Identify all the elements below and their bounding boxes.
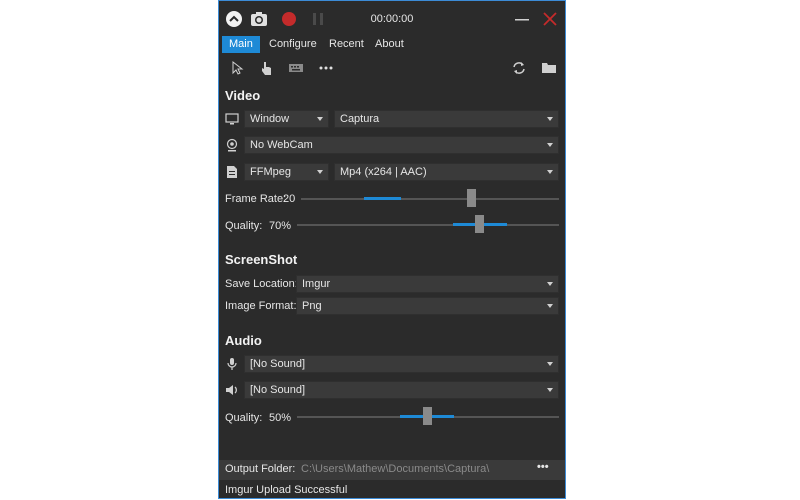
click-icon[interactable] bbox=[258, 60, 274, 76]
video-quality-label: Quality: bbox=[225, 220, 263, 232]
microphone-select[interactable]: [No Sound] bbox=[244, 355, 559, 373]
monitor-icon bbox=[225, 112, 239, 126]
speaker-icon bbox=[225, 383, 239, 397]
encoder-value: FFMpeg bbox=[250, 166, 291, 178]
video-quality-value: 70% bbox=[269, 220, 292, 232]
video-quality-slider-thumb[interactable] bbox=[475, 215, 484, 233]
captura-window: 00:00:00 Main Configure Recent About Vid… bbox=[218, 0, 566, 499]
format-select[interactable]: Mp4 (x264 | AAC) bbox=[334, 163, 559, 181]
file-icon bbox=[225, 165, 239, 179]
output-folder-bar: Output Folder: C:\Users\Mathew\Documents… bbox=[219, 460, 565, 480]
screenshot-section-header: ScreenShot bbox=[225, 252, 298, 267]
output-folder-path[interactable]: C:\Users\Mathew\Documents\Captura\ bbox=[301, 463, 489, 475]
status-text: Imgur Upload Successful bbox=[225, 484, 348, 496]
output-folder-label: Output Folder: bbox=[225, 463, 296, 475]
frame-rate-slider-track[interactable] bbox=[301, 198, 559, 200]
browse-more-button[interactable]: ••• bbox=[537, 461, 549, 473]
cursor-icon[interactable] bbox=[229, 60, 245, 76]
webcam-icon bbox=[225, 138, 239, 152]
more-icon[interactable] bbox=[318, 60, 334, 76]
save-location-value: Imgur bbox=[302, 278, 331, 290]
tab-main[interactable]: Main bbox=[222, 36, 260, 53]
video-section-header: Video bbox=[225, 88, 261, 103]
tab-recent[interactable]: Recent bbox=[322, 36, 371, 53]
webcam-value: No WebCam bbox=[250, 139, 313, 151]
chevron-down-icon bbox=[317, 117, 323, 121]
audio-quality-slider-thumb[interactable] bbox=[423, 407, 432, 425]
chevron-down-icon bbox=[547, 117, 553, 121]
audio-quality-label: Quality: bbox=[225, 412, 263, 424]
image-format-value: Png bbox=[302, 300, 322, 312]
source-select[interactable]: Captura bbox=[334, 110, 559, 128]
microphone-icon bbox=[225, 357, 239, 371]
refresh-icon[interactable] bbox=[511, 60, 527, 76]
image-format-label: Image Format: bbox=[225, 300, 297, 312]
save-location-label: Save Location: bbox=[225, 278, 298, 290]
audio-quality-value: 50% bbox=[269, 412, 292, 424]
chevron-down-icon bbox=[317, 170, 323, 174]
close-icon[interactable] bbox=[541, 10, 559, 28]
microphone-value: [No Sound] bbox=[250, 358, 306, 370]
speaker-select[interactable]: [No Sound] bbox=[244, 381, 559, 399]
chevron-down-icon bbox=[547, 170, 553, 174]
encoder-select[interactable]: FFMpeg bbox=[244, 163, 329, 181]
speaker-value: [No Sound] bbox=[250, 384, 306, 396]
audio-section-header: Audio bbox=[225, 333, 262, 348]
chevron-down-icon bbox=[547, 304, 553, 308]
source-value: Captura bbox=[340, 113, 380, 125]
source-type-select[interactable]: Window bbox=[244, 110, 329, 128]
image-format-select[interactable]: Png bbox=[296, 297, 559, 315]
video-quality-slider-track[interactable] bbox=[297, 224, 559, 226]
chevron-down-icon bbox=[547, 362, 553, 366]
webcam-select[interactable]: No WebCam bbox=[244, 136, 559, 154]
chevron-down-icon bbox=[547, 388, 553, 392]
source-type-value: Window bbox=[250, 113, 290, 125]
folder-icon[interactable] bbox=[541, 60, 557, 76]
tab-configure[interactable]: Configure bbox=[262, 36, 324, 53]
format-value: Mp4 (x264 | AAC) bbox=[340, 166, 427, 178]
frame-rate-slider-fill bbox=[364, 197, 401, 200]
tab-about[interactable]: About bbox=[368, 36, 411, 53]
chevron-down-icon bbox=[547, 143, 553, 147]
frame-rate-label: Frame Rate: bbox=[225, 193, 287, 205]
minimize-icon[interactable] bbox=[513, 10, 531, 28]
frame-rate-slider-thumb[interactable] bbox=[467, 189, 476, 207]
chevron-down-icon bbox=[547, 282, 553, 286]
save-location-select[interactable]: Imgur bbox=[296, 275, 559, 293]
frame-rate-value: 20 bbox=[283, 193, 296, 205]
keyboard-icon[interactable] bbox=[288, 60, 304, 76]
